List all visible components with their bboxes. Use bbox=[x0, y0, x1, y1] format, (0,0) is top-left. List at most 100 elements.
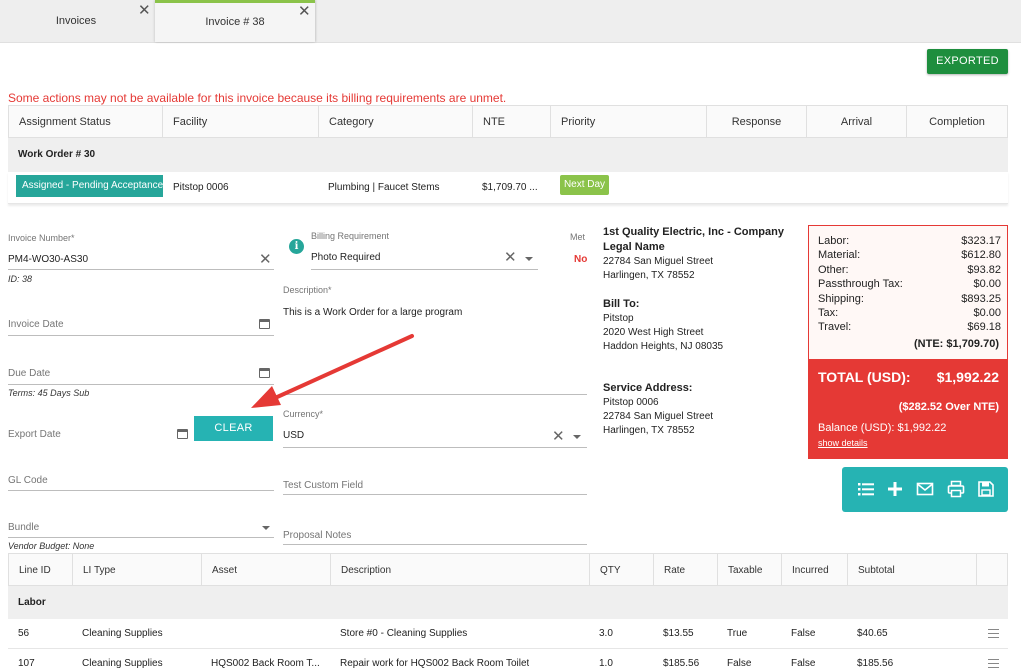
row-menu-icon[interactable] bbox=[988, 629, 999, 638]
column-header[interactable]: LI Type bbox=[73, 554, 202, 587]
info-icon[interactable]: i bbox=[289, 239, 304, 254]
summary-key: Passthrough Tax: bbox=[818, 278, 903, 290]
billing-requirement-select[interactable]: Billing Requirement Photo Required ✕ bbox=[311, 231, 538, 271]
li-type-cell: Cleaning Supplies bbox=[82, 628, 163, 639]
summary-value: $0.00 bbox=[973, 278, 1001, 290]
summary-value: $69.18 bbox=[967, 321, 1001, 333]
field-underline bbox=[311, 269, 538, 270]
field-underline bbox=[8, 335, 274, 336]
column-header[interactable]: Facility bbox=[163, 106, 319, 139]
summary-value: $323.17 bbox=[961, 235, 1001, 247]
column-header[interactable]: Category bbox=[319, 106, 473, 139]
table-header: Assignment Status Facility Category NTE … bbox=[8, 105, 1008, 139]
tab-invoice-38[interactable]: Invoice # 38 ✕ bbox=[155, 0, 315, 42]
currency-label: Currency* bbox=[283, 409, 324, 419]
vendor-budget-note: Vendor Budget: None bbox=[8, 541, 95, 551]
total-label: TOTAL (USD): bbox=[818, 369, 911, 385]
chevron-down-icon[interactable] bbox=[525, 257, 533, 261]
column-header[interactable]: Line ID bbox=[9, 554, 73, 587]
tab-label: Invoices bbox=[55, 15, 97, 27]
nte-cell: $1,709.70 ... bbox=[482, 182, 538, 193]
assignment-status-chip: Assigned - Pending Acceptance bbox=[16, 175, 163, 197]
column-header[interactable]: Priority bbox=[551, 106, 707, 139]
billing-requirement-label: Billing Requirement bbox=[311, 231, 390, 241]
bundle-label: Bundle bbox=[8, 522, 40, 533]
export-date-field[interactable]: Export Date bbox=[8, 428, 190, 448]
plus-icon[interactable] bbox=[885, 479, 905, 499]
summary-line: Passthrough Tax: $0.00 bbox=[818, 278, 1001, 292]
chevron-down-icon[interactable] bbox=[573, 435, 581, 439]
column-header[interactable]: QTY bbox=[590, 554, 654, 587]
summary-value: $893.25 bbox=[961, 293, 1001, 305]
table-row[interactable]: 107 Cleaning Supplies HQS002 Back Room T… bbox=[8, 649, 1008, 670]
column-header[interactable]: Incurred bbox=[782, 554, 848, 587]
column-header[interactable]: Subtotal bbox=[848, 554, 977, 587]
row-menu-icon[interactable] bbox=[988, 659, 999, 668]
column-header[interactable]: Taxable bbox=[718, 554, 782, 587]
test-custom-field-label: Test Custom Field bbox=[283, 480, 364, 491]
description-value[interactable]: This is a Work Order for a large program bbox=[283, 307, 462, 318]
clear-icon[interactable]: ✕ bbox=[504, 250, 517, 265]
bundle-select[interactable]: Bundle bbox=[8, 521, 274, 541]
summary-value: $93.82 bbox=[967, 264, 1001, 276]
gl-code-field[interactable]: GL Code bbox=[8, 474, 274, 494]
due-date-field[interactable]: Due Date bbox=[8, 367, 274, 387]
close-icon[interactable]: ✕ bbox=[138, 3, 151, 18]
print-icon[interactable] bbox=[946, 479, 966, 499]
invoice-summary: Labor: $323.17 Material: $612.80 Other: $93… bbox=[808, 225, 1008, 459]
description-field[interactable]: Description* This is a Work Order for a … bbox=[283, 285, 587, 396]
column-header[interactable]: Response bbox=[707, 106, 807, 139]
invoice-number-field[interactable]: Invoice Number* PM4-WO30-AS30 ✕ bbox=[8, 233, 274, 273]
currency-value[interactable]: USD bbox=[283, 430, 304, 441]
calendar-icon[interactable] bbox=[177, 429, 188, 439]
service-address-city: Harlingen, TX 78552 bbox=[603, 425, 695, 436]
calendar-icon[interactable] bbox=[259, 319, 270, 329]
bill-to-title: Bill To: bbox=[603, 298, 640, 310]
invoice-date-field[interactable]: Invoice Date bbox=[8, 318, 274, 338]
summary-value: $0.00 bbox=[973, 307, 1001, 319]
summary-line: Tax: $0.00 bbox=[818, 307, 1001, 321]
column-header[interactable]: Asset bbox=[202, 554, 331, 587]
column-header[interactable]: Completion bbox=[907, 106, 1007, 139]
column-header-actions bbox=[977, 554, 1007, 587]
close-icon[interactable]: ✕ bbox=[298, 4, 311, 19]
exported-button[interactable]: EXPORTED bbox=[927, 49, 1008, 74]
calendar-icon[interactable] bbox=[259, 368, 270, 378]
vendor-name-line1: 1st Quality Electric, Inc - Company bbox=[603, 226, 784, 238]
test-custom-field[interactable]: Test Custom Field bbox=[283, 479, 587, 499]
summary-key: Labor: bbox=[818, 235, 850, 247]
save-icon[interactable] bbox=[976, 479, 996, 499]
met-value: No bbox=[574, 254, 588, 265]
summary-line: Material: $612.80 bbox=[818, 249, 1001, 263]
qty-cell: 1.0 bbox=[599, 658, 613, 669]
work-order-group: Work Order # 30 bbox=[8, 138, 1008, 172]
bill-to-name: Pitstop bbox=[603, 313, 634, 324]
column-header[interactable]: NTE bbox=[473, 106, 551, 139]
table-header: Line ID LI Type Asset Description QTY Ra… bbox=[8, 553, 1008, 587]
list-icon[interactable] bbox=[856, 479, 876, 499]
summary-line: Shipping: $893.25 bbox=[818, 293, 1001, 307]
billing-requirement-value[interactable]: Photo Required bbox=[311, 252, 381, 263]
invoice-number-value[interactable]: PM4-WO30-AS30 bbox=[8, 254, 88, 265]
clear-button[interactable]: CLEAR bbox=[194, 416, 273, 441]
clear-icon[interactable]: ✕ bbox=[552, 429, 565, 444]
invoice-id-note: ID: 38 bbox=[8, 274, 33, 284]
clear-icon[interactable]: ✕ bbox=[259, 252, 272, 267]
taxable-cell: True bbox=[727, 628, 748, 639]
summary-key: Shipping: bbox=[818, 293, 864, 305]
table-row[interactable]: 56 Cleaning Supplies Store #0 - Cleaning… bbox=[8, 619, 1008, 649]
column-header[interactable]: Assignment Status bbox=[9, 106, 163, 139]
proposal-notes-field[interactable]: Proposal Notes bbox=[283, 529, 587, 549]
show-details-link[interactable]: show details bbox=[818, 438, 868, 448]
tab-invoices[interactable]: Invoices ✕ bbox=[0, 0, 152, 43]
mail-icon[interactable] bbox=[915, 479, 935, 499]
currency-select[interactable]: Currency* USD ✕ bbox=[283, 409, 587, 449]
rate-cell: $185.56 bbox=[663, 658, 700, 669]
tab-bar: Invoices ✕ Invoice # 38 ✕ bbox=[0, 0, 1021, 43]
column-header[interactable]: Arrival bbox=[807, 106, 907, 139]
column-header[interactable]: Rate bbox=[654, 554, 718, 587]
column-header[interactable]: Description bbox=[331, 554, 590, 587]
export-date-label: Export Date bbox=[8, 429, 61, 440]
chevron-down-icon[interactable] bbox=[262, 526, 270, 530]
field-underline bbox=[283, 394, 587, 395]
